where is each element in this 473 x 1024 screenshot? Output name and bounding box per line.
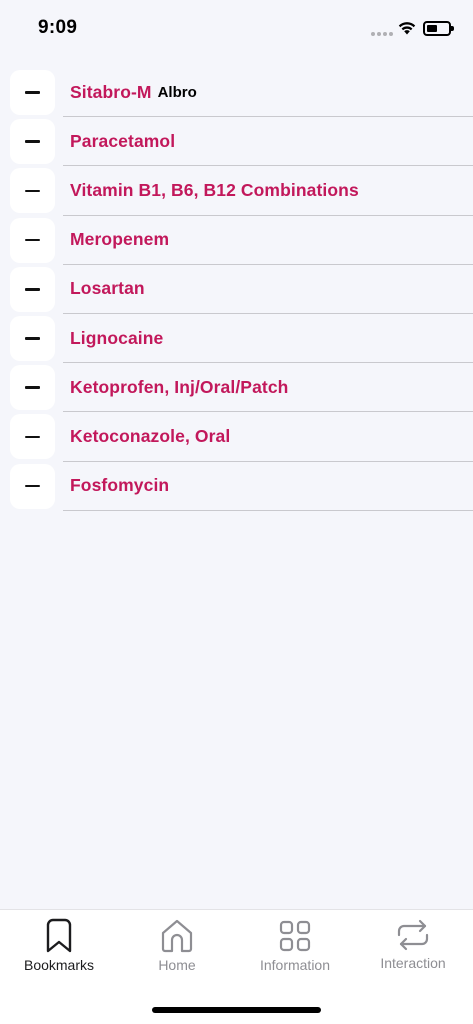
tab-home[interactable]: Home	[118, 910, 236, 990]
drug-brand: Albro	[157, 83, 197, 101]
signal-dots-icon	[371, 32, 393, 36]
wifi-icon	[398, 22, 416, 35]
battery-icon	[423, 21, 454, 36]
minus-icon	[25, 288, 40, 291]
status-bar: 9:09	[0, 0, 473, 60]
remove-bookmark-button[interactable]	[10, 168, 55, 214]
remove-bookmark-button[interactable]	[10, 266, 55, 312]
bookmark-item[interactable]: Sitabro-M Albro	[63, 68, 473, 118]
bookmark-row: Paracetamol	[0, 117, 473, 167]
remove-bookmark-button[interactable]	[10, 414, 55, 460]
home-icon	[161, 919, 193, 953]
remove-bookmark-button[interactable]	[10, 315, 55, 361]
tab-label: Interaction	[380, 955, 446, 971]
bookmark-row: Sitabro-M Albro	[0, 68, 473, 118]
minus-icon	[25, 337, 40, 340]
bookmark-item[interactable]: Ketoprofen, Inj/Oral/Patch	[63, 363, 473, 413]
bookmark-item[interactable]: Meropenem	[63, 216, 473, 265]
tab-bookmarks[interactable]: Bookmarks	[0, 910, 118, 990]
remove-bookmark-button[interactable]	[10, 365, 55, 411]
bookmark-row: Ketoprofen, Inj/Oral/Patch	[0, 363, 473, 413]
remove-bookmark-button[interactable]	[10, 70, 55, 115]
bookmark-item[interactable]: Fosfomycin	[63, 462, 473, 511]
home-indicator	[152, 1007, 321, 1013]
drug-name: Lignocaine	[70, 327, 164, 348]
status-time: 9:09	[38, 17, 78, 38]
bookmark-item[interactable]: Losartan	[63, 265, 473, 314]
drug-name: Sitabro-M	[70, 81, 152, 102]
drug-name: Losartan	[70, 278, 145, 299]
bookmark-row: Meropenem	[0, 216, 473, 265]
bookmark-item[interactable]: Paracetamol	[63, 117, 473, 167]
tab-label: Information	[259, 957, 331, 973]
drug-name: Ketoprofen, Inj/Oral/Patch	[70, 376, 289, 397]
bookmark-icon	[46, 918, 72, 953]
minus-icon	[25, 189, 40, 193]
tab-label: Bookmarks	[23, 957, 95, 973]
bookmark-row: Fosfomycin	[0, 462, 473, 511]
screen: 9:09 Sitabro-M Albro Paracetamol Vitamin…	[0, 0, 473, 1024]
bookmark-row: Losartan	[0, 265, 473, 314]
bookmark-row: Ketoconazole, Oral	[0, 412, 473, 462]
grid-icon	[279, 920, 311, 952]
tab-label: Home	[158, 957, 196, 973]
bookmark-list: Sitabro-M Albro Paracetamol Vitamin B1, …	[0, 68, 473, 511]
bookmark-row: Lignocaine	[0, 314, 473, 364]
bookmark-item[interactable]: Ketoconazole, Oral	[63, 412, 473, 462]
remove-bookmark-button[interactable]	[10, 217, 55, 263]
minus-icon	[25, 238, 40, 242]
repeat-icon	[397, 919, 429, 951]
tab-interaction[interactable]: Interaction	[354, 910, 472, 990]
bookmark-item[interactable]: Lignocaine	[63, 314, 473, 364]
tab-information[interactable]: Information	[236, 910, 354, 990]
remove-bookmark-button[interactable]	[10, 463, 55, 509]
bookmark-row: Vitamin B1, B6, B12 Combinations	[0, 166, 473, 216]
drug-name: Meropenem	[70, 229, 170, 250]
drug-name: Fosfomycin	[70, 475, 170, 496]
minus-icon	[25, 386, 40, 389]
minus-icon	[25, 484, 40, 488]
drug-name: Ketoconazole, Oral	[70, 425, 231, 446]
minus-icon	[25, 435, 40, 439]
remove-bookmark-button[interactable]	[10, 119, 55, 165]
bookmark-item[interactable]: Vitamin B1, B6, B12 Combinations	[63, 166, 473, 216]
drug-name: Vitamin B1, B6, B12 Combinations	[70, 179, 359, 200]
minus-icon	[25, 91, 40, 94]
minus-icon	[25, 140, 40, 143]
drug-name: Paracetamol	[70, 130, 176, 151]
tab-bar: Bookmarks Home Information Interaction	[0, 909, 473, 1024]
